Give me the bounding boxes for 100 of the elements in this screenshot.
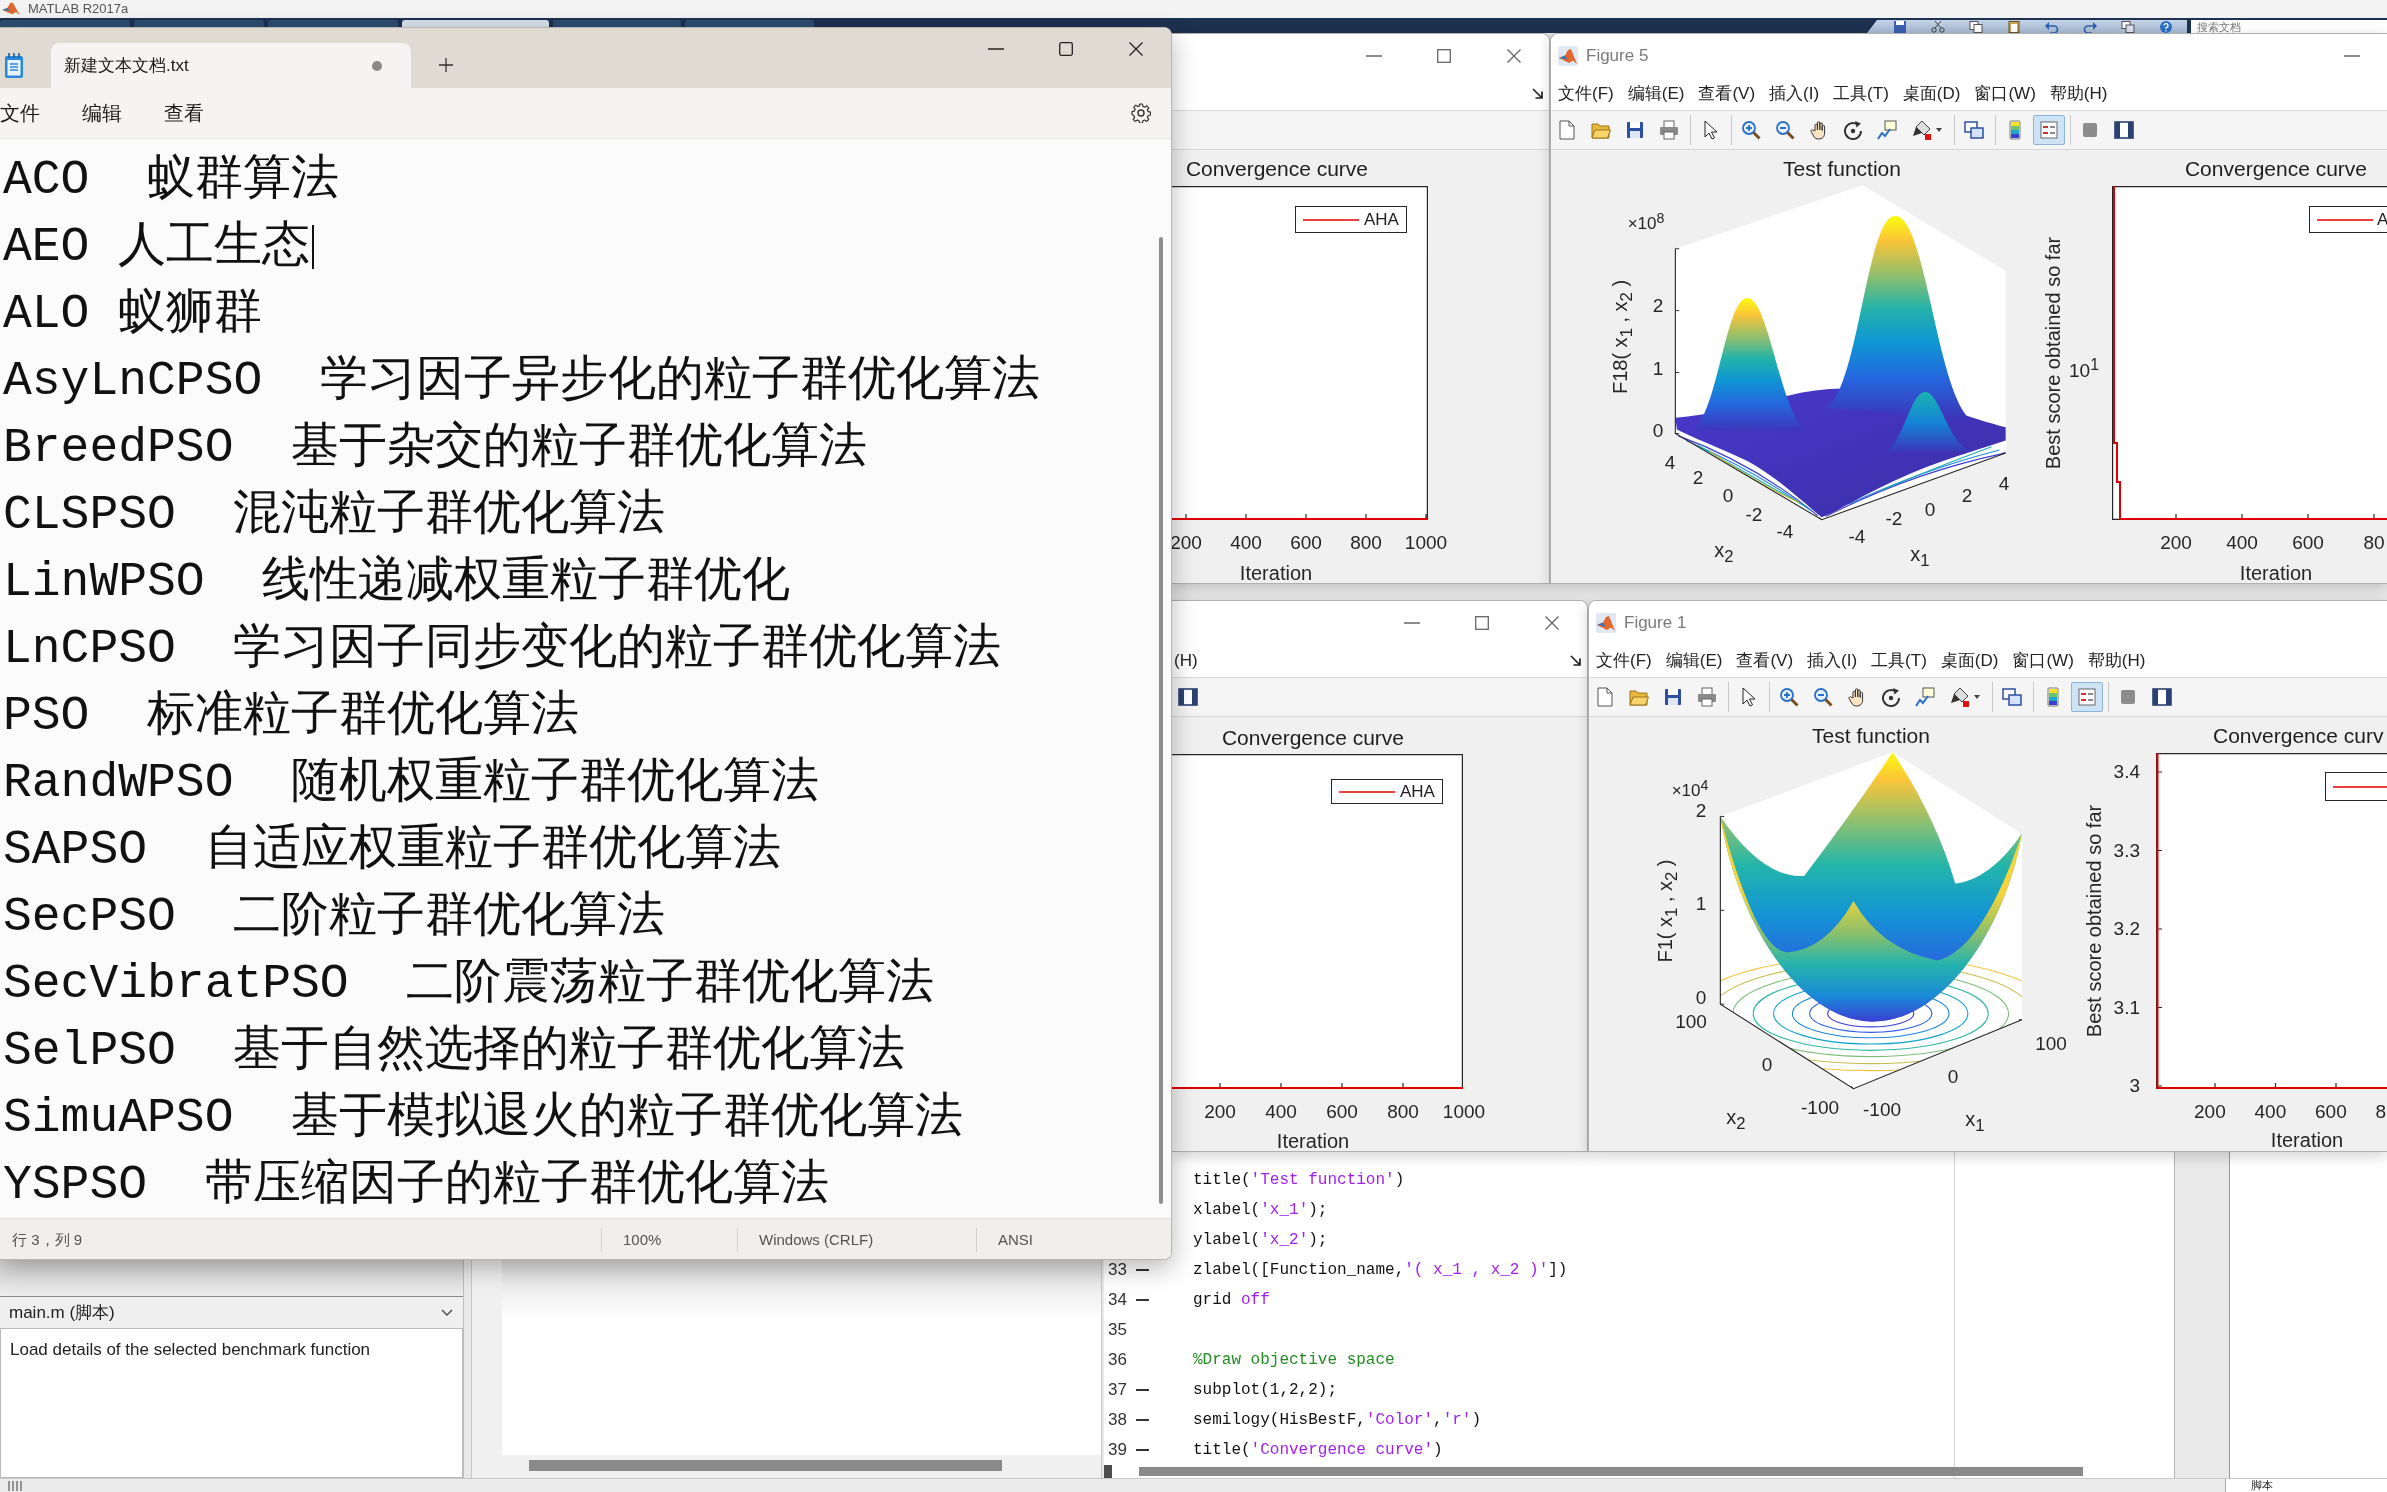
menu-item[interactable]: 桌面(D)	[1895, 77, 1968, 110]
dock-arrow-icon[interactable]	[1532, 88, 1543, 99]
text-line: PSO 标准粒子群优化算法	[3, 687, 580, 745]
tick-label: 800	[1350, 532, 1382, 554]
menu-item[interactable]: 插入(I)	[1762, 77, 1827, 110]
axes-title: Test function	[1783, 157, 1901, 181]
search-field[interactable]: 搜索文档	[2191, 20, 2387, 33]
code-line: grid off	[1193, 1290, 1270, 1310]
square-icon	[2118, 687, 2138, 707]
redo-icon[interactable]	[2083, 20, 2097, 33]
tick-label: 600	[1290, 532, 1322, 554]
matlab-logo-icon	[1558, 45, 1578, 66]
axis-label: Iteration	[1239, 561, 1313, 583]
line-number: 36	[1108, 1351, 1128, 1369]
copy-icon[interactable]	[1969, 20, 1983, 33]
menu-item[interactable]: (H)	[1172, 644, 1205, 677]
text-line: RandWPSO 随机权重粒子群优化算法	[3, 754, 820, 812]
menu-item[interactable]: 工具(T)	[1864, 644, 1934, 677]
menu-item[interactable]: 工具(T)	[1826, 77, 1896, 110]
tick-label: 2	[1652, 295, 1664, 317]
window-panes-icon	[2152, 687, 2172, 707]
zoom-out-icon	[1813, 687, 1833, 707]
menu-item[interactable]: 查看(V)	[1729, 644, 1801, 677]
grip-icon[interactable]	[8, 1480, 23, 1491]
menu-item[interactable]: 文件(F)	[1551, 77, 1621, 110]
text-line: ACO 蚁群算法	[3, 151, 340, 209]
scrollbar-thumb[interactable]	[1159, 237, 1163, 1204]
tick-label: 1000	[1404, 532, 1448, 554]
window-title: MATLAB R2017a	[28, 2, 129, 16]
text-line: ALO 蚁狮群	[3, 285, 263, 343]
brush-icon	[1912, 120, 1932, 140]
menu-item[interactable]: 帮助(H)	[2042, 77, 2115, 110]
rotate-icon	[1881, 687, 1901, 707]
line-sample-icon	[2333, 785, 2387, 788]
zoom-out-icon	[1775, 120, 1795, 140]
code-line: ylabel('x_2');	[1193, 1230, 1328, 1250]
axes-title: Convergence curv	[2213, 724, 2384, 748]
clipboard-icon[interactable]	[2007, 20, 2021, 33]
tick-label: 0	[1761, 1054, 1773, 1076]
text-line: LnCPSO 学习因子同步变化的粒子群优化算法	[3, 620, 1002, 678]
text-line: SAPSO 自适应权重粒子群优化算法	[3, 821, 781, 879]
scissors-icon[interactable]	[1931, 20, 1945, 33]
tick-label: 400	[2226, 532, 2258, 554]
tick-label: 400	[1265, 1101, 1297, 1123]
line-sample-icon	[1303, 218, 1359, 221]
code-line: title('Convergence curve')	[1193, 1440, 1443, 1460]
legend-button[interactable]	[2071, 682, 2103, 712]
axes-title: Convergence curve	[2184, 157, 2368, 181]
line-sample-icon	[1339, 790, 1395, 793]
zoom-in-icon	[1779, 687, 1799, 707]
close-icon	[1545, 615, 1559, 630]
menu-item[interactable]: 窗口(W)	[2005, 644, 2081, 677]
legend-button[interactable]	[2033, 115, 2065, 145]
menu-item[interactable]: 编辑(E)	[1658, 644, 1730, 677]
save-icon[interactable]	[1893, 20, 1907, 33]
line-number: 38	[1108, 1411, 1128, 1429]
window-panes-icon	[1178, 687, 1198, 707]
tick-label: 0	[1924, 499, 1936, 521]
maximize-icon	[1059, 42, 1073, 56]
menu-item[interactable]: 编辑	[82, 99, 122, 127]
tick-label: 3.2	[2113, 918, 2140, 940]
document-tab[interactable]: 新建文本文档.txt	[51, 43, 411, 88]
axis-exponent: ×10$^{4}$	[1671, 776, 1709, 802]
scrollbar-thumb[interactable]	[1139, 1467, 2083, 1476]
status-text: ANSI	[976, 1227, 1171, 1252]
scrollbar-thumb[interactable]	[529, 1460, 1002, 1471]
folder-icon	[1591, 120, 1611, 140]
axes-title: Convergence curve	[1221, 726, 1405, 750]
menu-item[interactable]: 文件(F)	[1589, 644, 1659, 677]
line-number: 39	[1108, 1441, 1128, 1459]
data-tip-icon	[1877, 120, 1897, 140]
axis-exponent: ×10$^{8}$	[1627, 209, 1665, 235]
text-line: LinWPSO 线性递减权重粒子群优化	[3, 553, 791, 611]
menu-item[interactable]: 查看	[164, 99, 204, 127]
code-line: semilogy(HisBestF,'Color','r')	[1193, 1410, 1482, 1430]
dock-arrow-icon[interactable]	[1570, 655, 1581, 666]
printer-icon	[1659, 120, 1679, 140]
text-line: SecPSO 二阶粒子群优化算法	[3, 888, 666, 946]
notepad-icon	[4, 53, 24, 79]
tick-label: 100	[1675, 1011, 1707, 1033]
menu-item[interactable]: 编辑(E)	[1620, 77, 1692, 110]
tick-label: 0	[1722, 485, 1734, 507]
window-panes-icon	[2114, 120, 2134, 140]
data-tip-icon	[1915, 687, 1935, 707]
tick-label: 600	[1326, 1101, 1358, 1123]
menu-item[interactable]: 插入(I)	[1800, 644, 1865, 677]
menu-item[interactable]: 查看(V)	[1691, 77, 1763, 110]
menu-item[interactable]: 帮助(H)	[2080, 644, 2153, 677]
text-line: SimuAPSO 基于模拟退火的粒子群优化算法	[3, 1089, 964, 1147]
help-icon[interactable]	[2159, 20, 2173, 33]
tick-label: 3	[2129, 1075, 2140, 1097]
windows-icon[interactable]	[2121, 20, 2135, 33]
tick-label: -100	[1863, 1099, 1901, 1121]
caret-icon	[1936, 128, 1942, 132]
menu-item[interactable]: 文件	[0, 99, 40, 127]
tick-label: 3.4	[2113, 761, 2140, 783]
menu-item[interactable]: 窗口(W)	[1967, 77, 2043, 110]
undo-icon[interactable]	[2045, 20, 2059, 33]
menu-item[interactable]: 桌面(D)	[1933, 644, 2006, 677]
axes-title: Test function	[1812, 724, 1930, 748]
